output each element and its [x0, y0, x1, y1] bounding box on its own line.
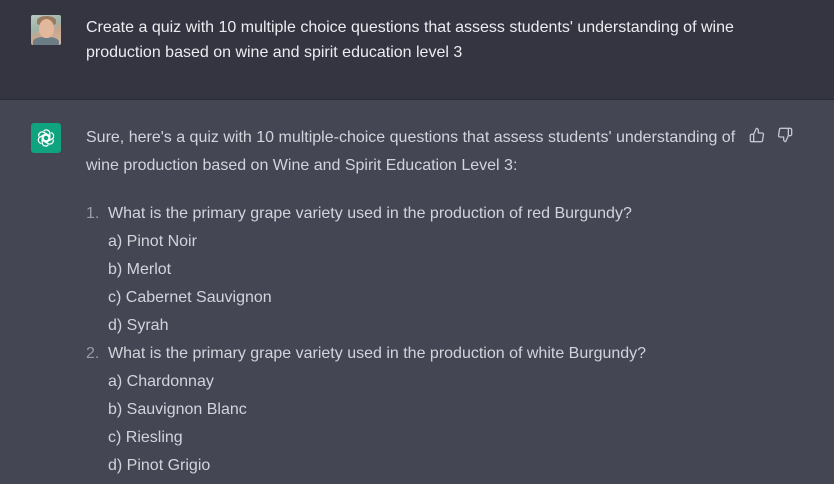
question-number: 1. [86, 205, 100, 222]
answer-option: b) Sauvignon Blanc [108, 401, 247, 418]
quiz-question-list: 1. What is the primary grape variety use… [86, 200, 746, 480]
assistant-message-row: Sure, here's a quiz with 10 multiple-cho… [0, 100, 834, 484]
answer-option: d) Syrah [108, 317, 169, 334]
user-message-text: Create a quiz with 10 multiple choice qu… [86, 19, 734, 61]
answer-option: c) Riesling [108, 429, 183, 446]
thumbs-down-icon[interactable] [777, 127, 793, 143]
thumbs-up-icon[interactable] [749, 127, 765, 143]
quiz-question-2: 2. What is the primary grape variety use… [86, 340, 746, 480]
question-text: What is the primary grape variety used i… [108, 205, 632, 222]
question-text: What is the primary grape variety used i… [108, 345, 647, 362]
user-message-row: Create a quiz with 10 multiple choice qu… [0, 0, 834, 100]
answer-option: b) Merlot [108, 261, 172, 278]
feedback-buttons [749, 127, 793, 143]
assistant-message-body: Sure, here's a quiz with 10 multiple-cho… [86, 124, 746, 480]
answer-option: a) Chardonnay [108, 373, 214, 390]
answer-option: a) Pinot Noir [108, 233, 197, 250]
answer-option: c) Cabernet Sauvignon [108, 289, 272, 306]
openai-logo-icon [31, 123, 61, 153]
user-avatar [31, 15, 61, 45]
answer-option: d) Pinot Grigio [108, 457, 211, 474]
question-number: 2. [86, 345, 100, 362]
quiz-question-1: 1. What is the primary grape variety use… [86, 200, 746, 340]
assistant-intro-text: Sure, here's a quiz with 10 multiple-cho… [86, 129, 736, 174]
